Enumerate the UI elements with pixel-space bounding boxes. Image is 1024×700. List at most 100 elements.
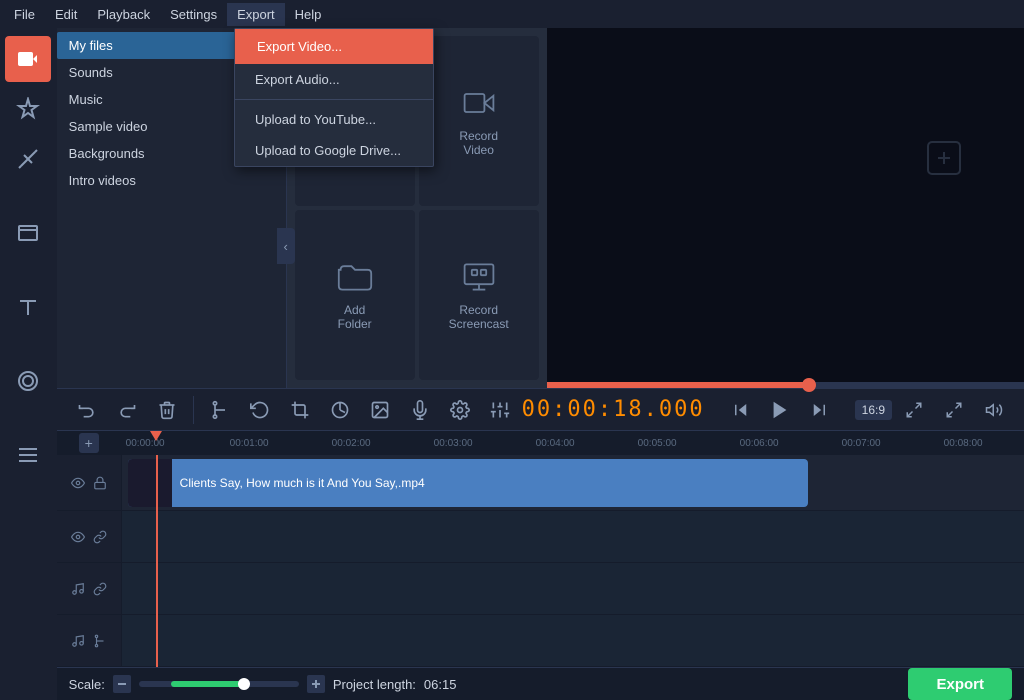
playback-controls (725, 391, 835, 429)
image-button[interactable] (362, 392, 398, 428)
timecode-display: 00:00:18.000 (522, 397, 705, 422)
record-video-button[interactable]: RecordVideo (419, 36, 539, 206)
toolbar: 00:00:18.000 16:9 (57, 388, 1024, 431)
timecode-main: 00:00: (522, 397, 613, 422)
audio-track-2-area[interactable] (122, 563, 1024, 614)
ruler-7: 00:07:00 (842, 438, 881, 449)
collapse-sidebar-button[interactable]: ‹ (277, 228, 295, 264)
toolbar-sep-1 (193, 396, 194, 424)
ruler-2: 00:02:00 (332, 438, 371, 449)
ruler-3: 00:03:00 (434, 438, 473, 449)
upload-gdrive-item[interactable]: Upload to Google Drive... (235, 135, 433, 166)
menu-help[interactable]: Help (285, 3, 332, 26)
tool-transitions[interactable] (5, 432, 51, 478)
timeline: + (57, 431, 1024, 667)
play-button[interactable] (761, 391, 799, 429)
menu-file[interactable]: File (4, 3, 45, 26)
crop-button[interactable] (282, 392, 318, 428)
audio-record-button[interactable] (402, 392, 438, 428)
scale-label: Scale: (69, 677, 105, 692)
audio-track-3-note[interactable] (69, 632, 87, 650)
menu-edit[interactable]: Edit (45, 3, 87, 26)
scale-fill (171, 681, 243, 687)
audio-track-1-link[interactable] (91, 528, 109, 546)
tool-video[interactable] (5, 36, 51, 82)
audio-track-3-area[interactable] (122, 615, 1024, 666)
ruler-6: 00:06:00 (740, 438, 779, 449)
timecode-frames: 18.000 (613, 397, 704, 422)
audio-track-3-scissors[interactable] (91, 632, 109, 650)
video-track: Clients Say, How much is it And You Say,… (122, 455, 1024, 511)
dropdown-separator (235, 99, 433, 100)
audio-track-1-controls (57, 511, 121, 563)
ruler-8: 00:08:00 (944, 438, 983, 449)
bottom-bar: Scale: Project length: 06:15 Export (57, 667, 1024, 700)
skip-back-button[interactable] (725, 394, 757, 426)
ruler-4: 00:04:00 (536, 438, 575, 449)
aspect-ratio-badge[interactable]: 16:9 (855, 400, 892, 420)
export-video-item[interactable]: Export Video... (235, 29, 433, 64)
upload-youtube-item[interactable]: Upload to YouTube... (235, 104, 433, 135)
fullscreen-button[interactable] (936, 392, 972, 428)
track-side-controls: + (57, 431, 122, 667)
scale-thumb[interactable] (238, 678, 250, 690)
project-length-label: Project length: (333, 677, 416, 692)
equalizer-button[interactable] (482, 392, 518, 428)
clip-label: Clients Say, How much is it And You Say,… (172, 476, 425, 490)
add-track-button[interactable]: + (79, 433, 99, 453)
audio-track-2-note[interactable] (69, 580, 87, 598)
rotate-button[interactable] (242, 392, 278, 428)
export-button[interactable]: Export (908, 668, 1012, 700)
redo-button[interactable] (109, 392, 145, 428)
playhead-ruler-marker (150, 431, 162, 441)
left-toolbar (0, 28, 57, 700)
tracks-wrapper: 00:00:00 00:01:00 00:02:00 00:03:00 00:0… (122, 431, 1024, 667)
timeline-ruler: 00:00:00 00:01:00 00:02:00 00:03:00 00:0… (122, 431, 1024, 455)
menu-playback[interactable]: Playback (87, 3, 160, 26)
audio-track-1-visibility[interactable] (69, 528, 87, 546)
tool-overlay[interactable] (5, 358, 51, 404)
menubar: File Edit Playback Settings Export Help (0, 0, 1024, 28)
settings-button[interactable] (442, 392, 478, 428)
project-length-value: 06:15 (424, 677, 457, 692)
cut-button[interactable] (202, 392, 238, 428)
nav-intro-videos[interactable]: Intro videos (57, 167, 287, 194)
scale-zoom-in-button[interactable] (307, 675, 325, 693)
delete-button[interactable] (149, 392, 185, 428)
audio-track-1-area[interactable] (122, 511, 1024, 562)
video-track-controls (57, 455, 121, 511)
tool-media[interactable] (5, 210, 51, 256)
tool-text[interactable] (5, 284, 51, 330)
record-screencast-button[interactable]: RecordScreencast (419, 210, 539, 380)
scale-zoom-out-button[interactable] (113, 675, 131, 693)
track-lock-button[interactable] (91, 474, 109, 492)
preview-area (547, 28, 1024, 388)
audio-track-3 (122, 615, 1024, 667)
track-content: Clients Say, How much is it And You Say,… (122, 455, 1024, 667)
preview-video (547, 28, 1024, 382)
scale-slider[interactable] (139, 681, 299, 687)
add-folder-button[interactable]: AddFolder (295, 210, 415, 380)
color-button[interactable] (322, 392, 358, 428)
undo-button[interactable] (69, 392, 105, 428)
audio-track-1 (122, 511, 1024, 563)
export-dropdown: Export Video... Export Audio... Upload t… (234, 28, 434, 167)
menu-settings[interactable]: Settings (160, 3, 227, 26)
toolbar-right: 16:9 (847, 392, 1012, 428)
tool-fx[interactable] (5, 86, 51, 132)
skip-forward-button[interactable] (803, 394, 835, 426)
fullscreen-export-button[interactable] (896, 392, 932, 428)
video-track-area[interactable]: Clients Say, How much is it And You Say,… (122, 455, 1024, 510)
audio-track-2-controls (57, 563, 121, 615)
tool-wand[interactable] (5, 136, 51, 182)
clip-thumbnail (128, 459, 172, 507)
preview-progress-bar[interactable] (547, 382, 1024, 388)
video-clip[interactable]: Clients Say, How much is it And You Say,… (128, 459, 808, 507)
audio-track-2-link[interactable] (91, 580, 109, 598)
export-audio-item[interactable]: Export Audio... (235, 64, 433, 95)
playhead-line (156, 455, 158, 667)
track-visibility-button[interactable] (69, 474, 87, 492)
menu-export[interactable]: Export (227, 3, 285, 26)
audio-track-2 (122, 563, 1024, 615)
volume-button[interactable] (976, 392, 1012, 428)
